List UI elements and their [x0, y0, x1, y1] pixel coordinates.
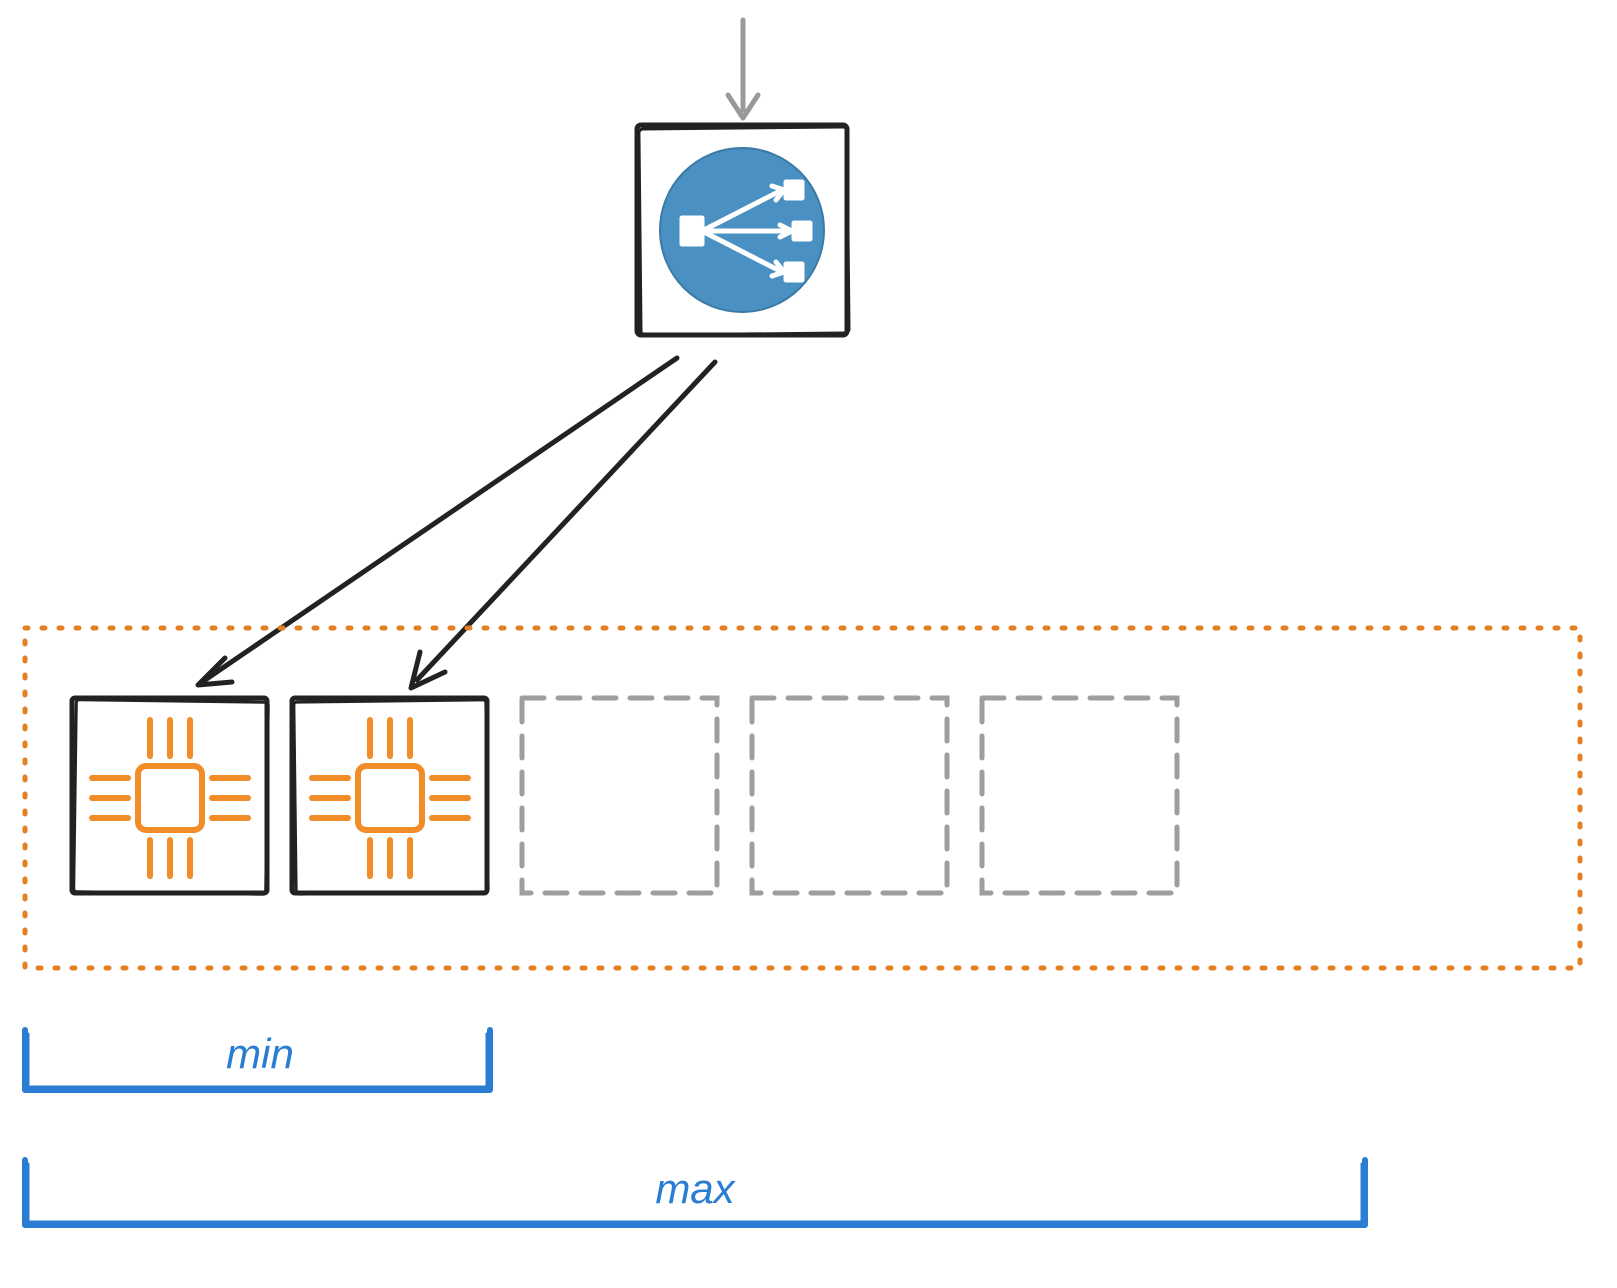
max-label: max [655, 1165, 736, 1212]
incoming-arrow [728, 20, 758, 118]
placeholder-node-1 [522, 698, 717, 893]
min-label: min [226, 1030, 294, 1077]
distribution-arrow-1 [198, 358, 677, 685]
cpu-icon [92, 720, 248, 876]
active-node-2 [292, 698, 488, 894]
scaling-group-container [25, 628, 1580, 968]
placeholder-node-2 [752, 698, 947, 893]
autoscaling-diagram: min max [0, 0, 1617, 1288]
distribution-arrow-2 [411, 362, 715, 688]
active-node-1 [72, 698, 268, 894]
placeholder-node-3 [982, 698, 1177, 893]
cpu-icon [312, 720, 468, 876]
load-balancer-box [637, 125, 849, 335]
